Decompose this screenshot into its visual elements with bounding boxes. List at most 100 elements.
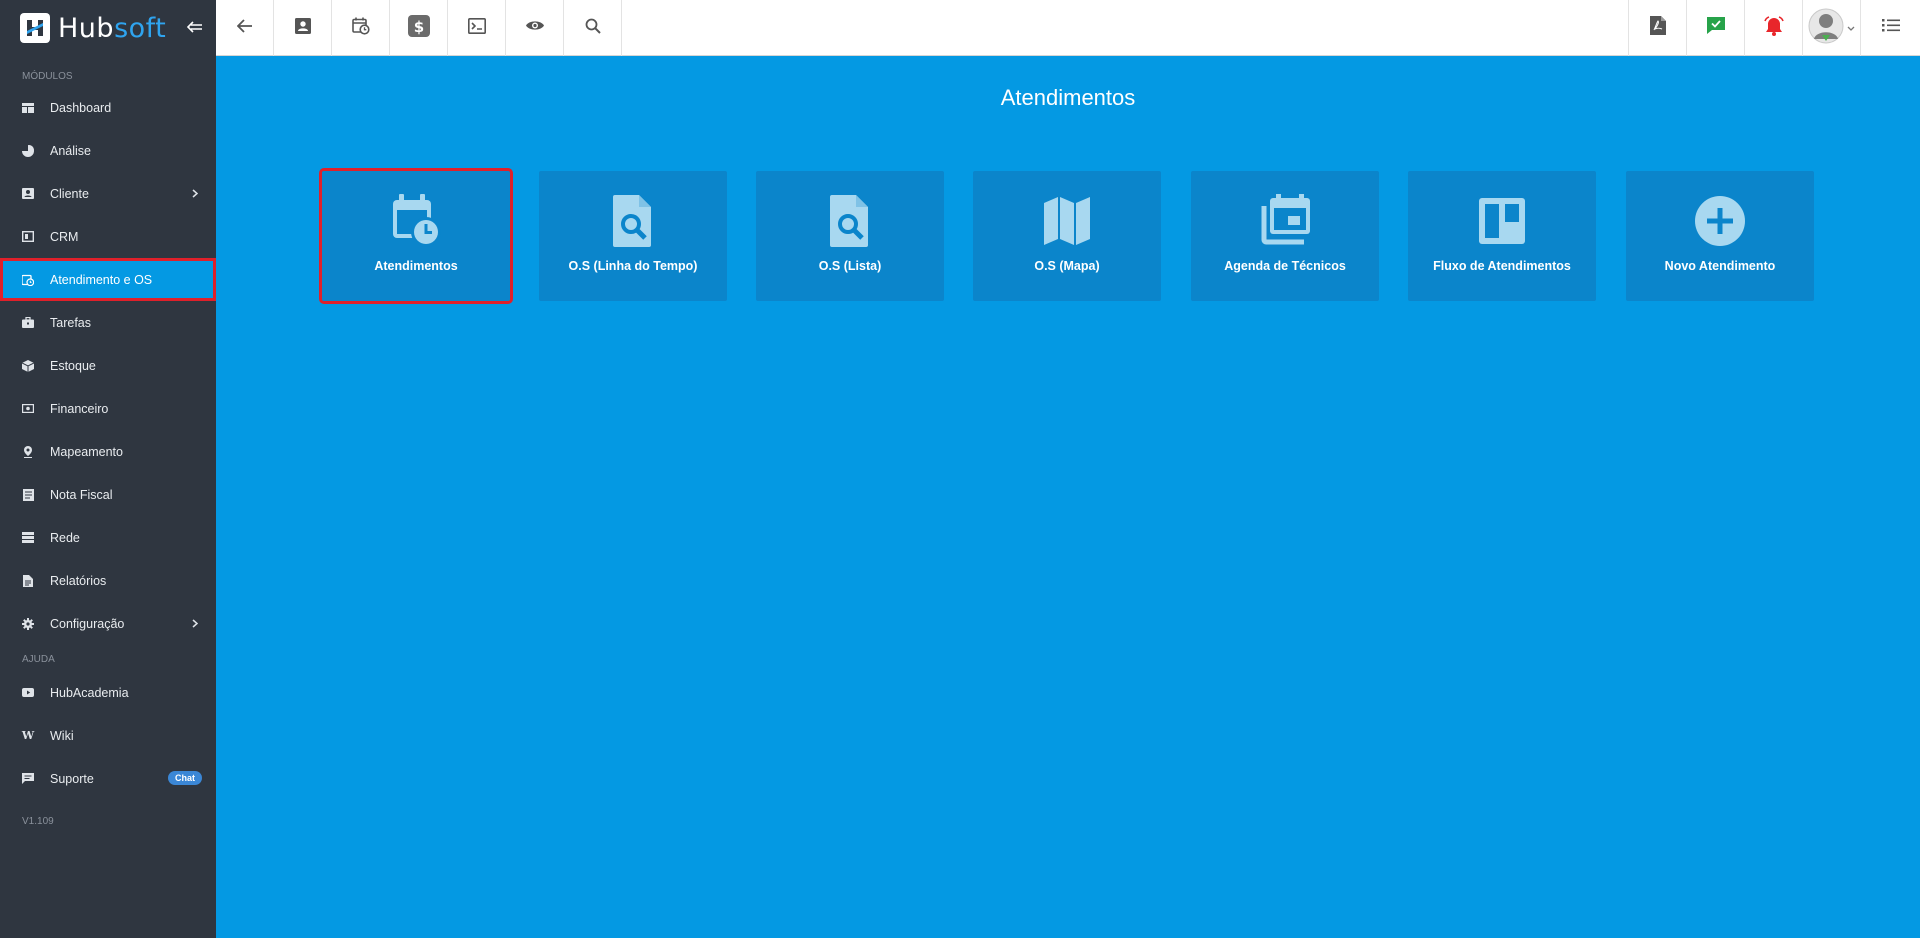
- user-avatar: [1808, 8, 1844, 49]
- sidebar-item-dashboard[interactable]: Dashboard: [0, 86, 216, 129]
- list-menu-icon: [1881, 19, 1900, 37]
- contact-card-icon: [294, 17, 311, 39]
- service-calendar-button[interactable]: [332, 0, 390, 56]
- sidebar-item-label: Cliente: [50, 186, 89, 201]
- brand-hub: Hub: [58, 12, 115, 44]
- tile-label: Atendimentos: [374, 259, 458, 273]
- gear-icon: [22, 617, 34, 630]
- sidebar-item-cliente[interactable]: Cliente: [0, 172, 216, 215]
- sidebar-item-rede[interactable]: Rede: [0, 516, 216, 559]
- tile-label: O.S (Linha do Tempo): [568, 259, 698, 273]
- map-icon: [1039, 193, 1095, 249]
- sidebar-item-label: Análise: [50, 143, 91, 158]
- brand-soft: soft: [114, 12, 167, 44]
- sidebar-item-label: Configuração: [50, 616, 125, 631]
- tile-os-linha-do-tempo[interactable]: O.S (Linha do Tempo): [539, 171, 727, 301]
- top-toolbar: $: [216, 0, 1920, 56]
- tile-atendimentos[interactable]: Atendimentos: [319, 168, 513, 304]
- calendar-stack-icon: [1257, 193, 1313, 249]
- calendar-clock-icon: [388, 193, 444, 249]
- collapse-sidebar-icon[interactable]: [184, 16, 206, 38]
- crm-board-icon: [22, 231, 34, 243]
- contact-card-icon: [22, 188, 34, 200]
- sidebar-item-tarefas[interactable]: Tarefas: [0, 301, 216, 344]
- sidebar-item-analise[interactable]: Análise: [0, 129, 216, 172]
- messages-button[interactable]: [1686, 0, 1744, 56]
- sidebar-item-label: Tarefas: [50, 315, 91, 330]
- tile-fluxo-de-atendimentos[interactable]: Fluxo de Atendimentos: [1408, 171, 1596, 301]
- box-icon: [22, 359, 34, 372]
- alerts-button[interactable]: [1744, 0, 1802, 56]
- pdf-icon: [1649, 16, 1666, 40]
- sidebar-item-estoque[interactable]: Estoque: [0, 344, 216, 387]
- file-search-icon: [605, 193, 661, 249]
- sidebar-item-label: Financeiro: [50, 401, 109, 416]
- sidebar-item-nota-fiscal[interactable]: Nota Fiscal: [0, 473, 216, 516]
- sidebar-item-label: Wiki: [50, 728, 74, 743]
- section-label-modulos: MÓDULOS: [22, 70, 73, 82]
- back-arrow-icon: [236, 18, 253, 38]
- sidebar-item-atendimento-e-os[interactable]: Atendimento e OS: [0, 258, 216, 301]
- chat-badge[interactable]: Chat: [168, 771, 202, 785]
- chat-icon: [22, 773, 34, 785]
- tile-label: Fluxo de Atendimentos: [1433, 259, 1571, 273]
- brand-name: Hubsoft: [58, 13, 166, 44]
- search-icon: [585, 18, 601, 39]
- menu-list-button[interactable]: [1860, 0, 1920, 56]
- tile-label: O.S (Lista): [818, 259, 882, 273]
- calendar-clock-icon: [22, 274, 34, 286]
- tile-label: Agenda de Técnicos: [1224, 259, 1346, 273]
- sidebar-item-wiki[interactable]: W Wiki: [0, 714, 216, 757]
- page-title: Atendimentos: [1000, 85, 1136, 110]
- sidebar-item-hubacademia[interactable]: HubAcademia: [0, 671, 216, 714]
- youtube-icon: [22, 687, 34, 699]
- sidebar-item-label: Rede: [50, 530, 80, 545]
- tile-os-mapa[interactable]: O.S (Mapa): [973, 171, 1161, 301]
- chevron-right-icon: [192, 617, 199, 631]
- sidebar-item-suporte[interactable]: Suporte Chat: [0, 757, 216, 800]
- dashboard-icon: [22, 102, 34, 114]
- view-button[interactable]: [506, 0, 564, 56]
- eye-icon: [525, 19, 545, 37]
- check-message-icon: [1706, 17, 1725, 39]
- plus-circle-icon: [1692, 193, 1748, 249]
- tile-label: Novo Atendimento: [1664, 259, 1776, 273]
- map-pin-icon: [22, 445, 34, 458]
- hubsoft-logo-icon[interactable]: [20, 13, 50, 43]
- sidebar-item-label: Atendimento e OS: [50, 272, 153, 287]
- logo-bar: Hubsoft: [0, 0, 216, 56]
- receipt-icon: [22, 488, 34, 501]
- finance-button[interactable]: $: [390, 0, 448, 56]
- tile-agenda-de-tecnicos[interactable]: Agenda de Técnicos: [1191, 171, 1379, 301]
- sidebar-item-crm[interactable]: CRM: [0, 215, 216, 258]
- tile-os-lista[interactable]: O.S (Lista): [756, 171, 944, 301]
- sidebar-item-label: Dashboard: [50, 100, 112, 115]
- sidebar-item-label: Suporte: [50, 771, 94, 786]
- briefcase-icon: [22, 317, 34, 329]
- sidebar-item-financeiro[interactable]: Financeiro: [0, 387, 216, 430]
- pdf-button[interactable]: [1628, 0, 1686, 56]
- money-icon: [22, 403, 34, 415]
- terminal-icon: [467, 17, 486, 39]
- alarm-bell-icon: [1763, 15, 1785, 41]
- file-search-icon: [822, 193, 878, 249]
- document-icon: [22, 574, 34, 587]
- sidebar-item-label: Mapeamento: [50, 444, 123, 459]
- version-label: V1.109: [22, 816, 54, 827]
- search-button[interactable]: [564, 0, 622, 56]
- back-button[interactable]: [216, 0, 274, 56]
- server-icon: [22, 532, 34, 544]
- sidebar-item-label: Nota Fiscal: [50, 487, 113, 502]
- sidebar-item-mapeamento[interactable]: Mapeamento: [0, 430, 216, 473]
- user-menu-button[interactable]: [1802, 0, 1860, 56]
- sidebar-item-label: Estoque: [50, 358, 96, 373]
- sidebar-item-configuracao[interactable]: Configuração: [0, 602, 216, 645]
- kanban-board-icon: [1474, 193, 1530, 249]
- terminal-button[interactable]: [448, 0, 506, 56]
- tile-novo-atendimento[interactable]: Novo Atendimento: [1626, 171, 1814, 301]
- dollar-icon: $: [407, 14, 430, 42]
- sidebar-item-relatorios[interactable]: Relatórios: [0, 559, 216, 602]
- clients-shortcut-button[interactable]: [274, 0, 332, 56]
- wikipedia-icon: W: [21, 729, 35, 742]
- svg-text:$: $: [413, 18, 423, 36]
